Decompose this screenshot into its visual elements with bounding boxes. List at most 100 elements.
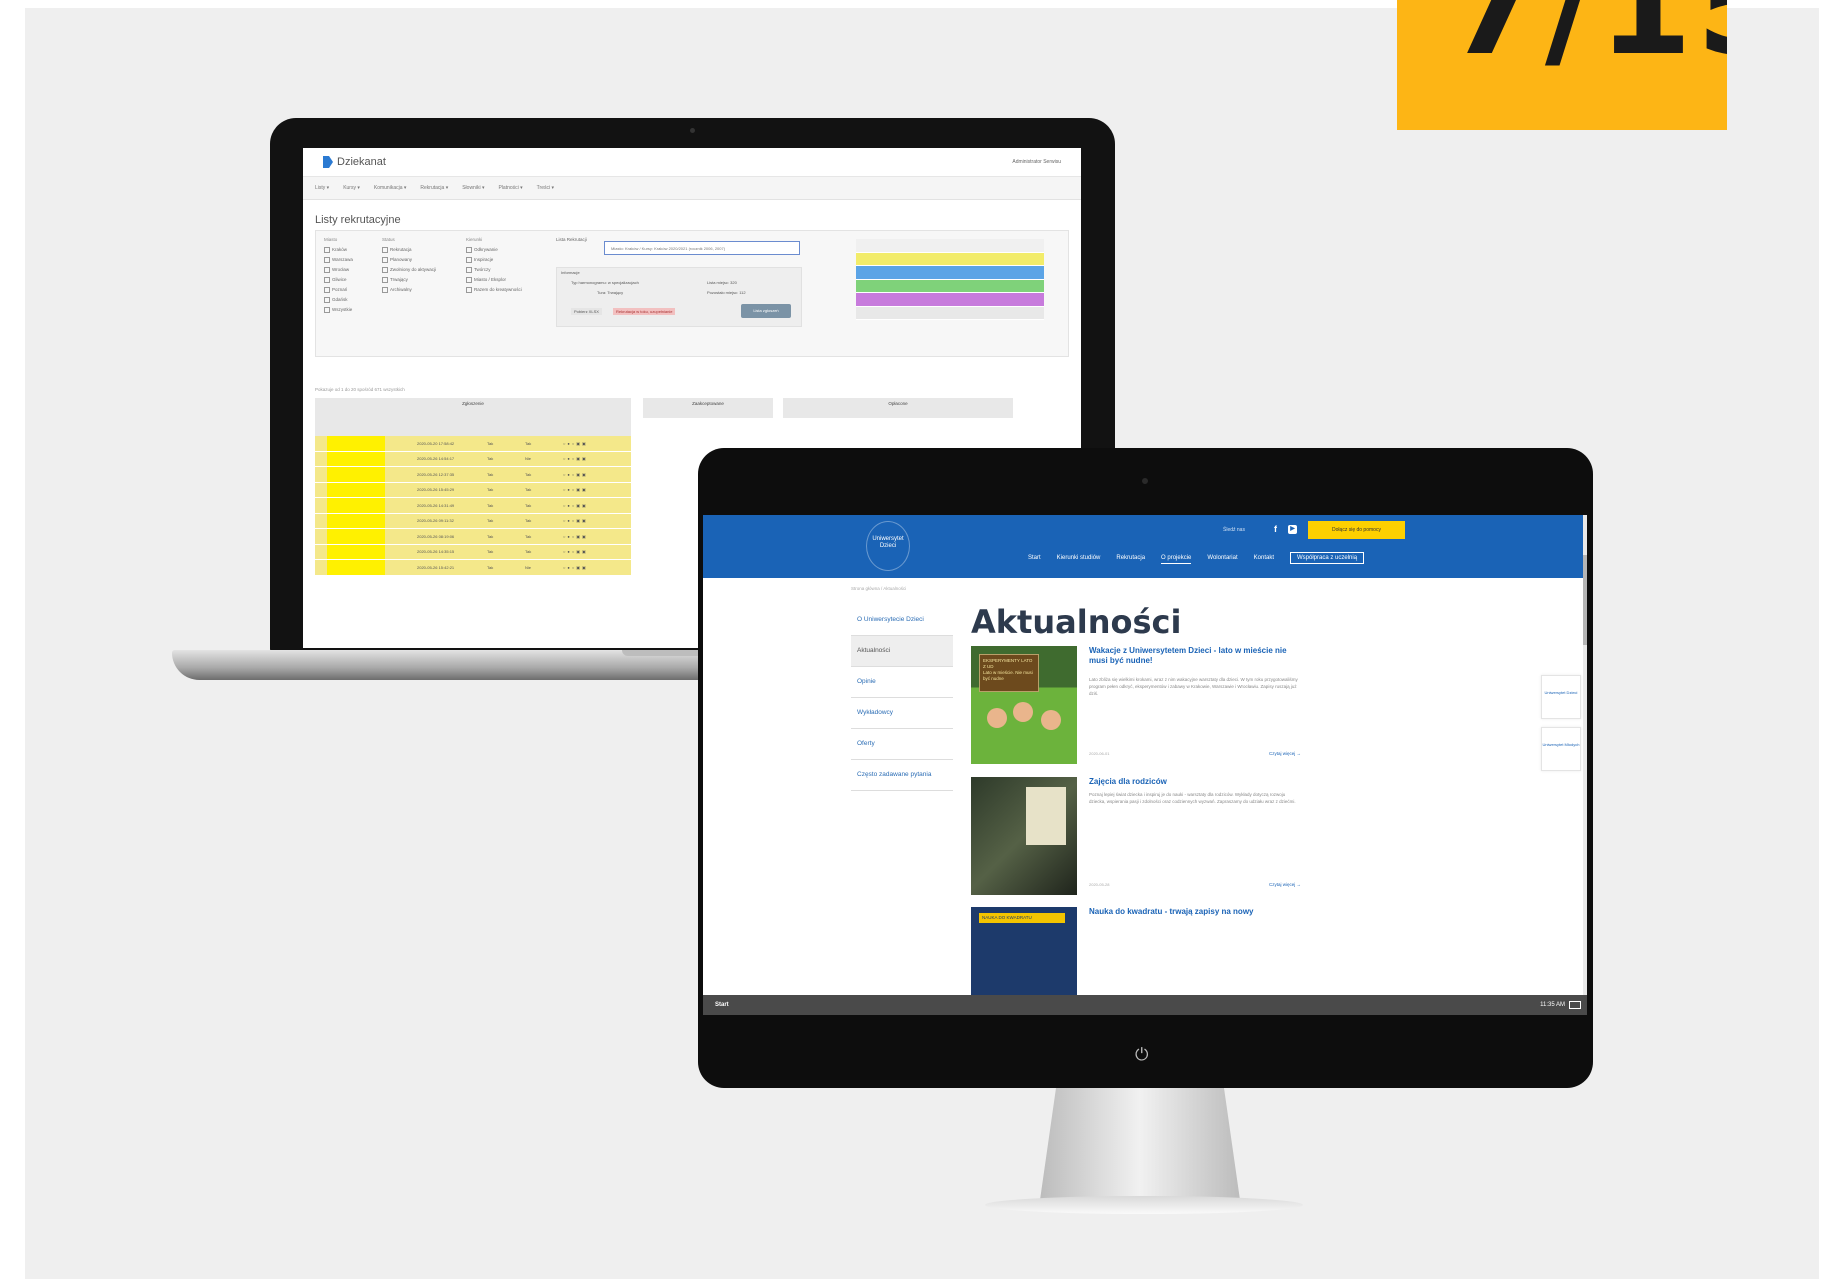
- nav-o-projekcie[interactable]: O projekcie: [1161, 555, 1192, 564]
- table-row[interactable]: 2020-05-26 08:19:06 Tak Tak ○●○▣▣: [315, 529, 631, 545]
- facebook-icon[interactable]: f: [1271, 525, 1280, 534]
- filter-status: Status Rekrutacja Planowany Zwolniony do…: [382, 235, 436, 295]
- menu-tresci[interactable]: Treści ▾: [537, 185, 554, 191]
- page-counter-badge: 7/15: [1397, 0, 1727, 130]
- checkbox-trwajacy[interactable]: Trwający: [382, 275, 436, 285]
- filter-miasto-label: Miasto: [324, 237, 338, 242]
- menu-komunikacja[interactable]: Komunikacja ▾: [374, 185, 407, 191]
- stats-table: [856, 239, 1044, 320]
- support-button[interactable]: Dołącz się do pomocy: [1308, 521, 1405, 539]
- side-item-o-uniwersytecie[interactable]: O Uniwersytecie Dzieci: [851, 605, 953, 636]
- checkbox-eksplor[interactable]: Miasto / Eksplor: [466, 275, 522, 285]
- menu-platnosci[interactable]: Platności ▾: [498, 185, 522, 191]
- menu-kursy[interactable]: Kursy ▾: [343, 185, 360, 191]
- read-more-link[interactable]: Czytaj więcej →: [1269, 751, 1301, 756]
- floating-uniwersytet-mlodych[interactable]: Uniwersytet Młodych: [1541, 727, 1581, 771]
- scrollbar-thumb[interactable]: [1583, 555, 1587, 645]
- side-item-aktualnosci[interactable]: Aktualności: [851, 636, 953, 667]
- table-row[interactable]: 2020-05-26 12:37:35 Tak Tak ○●○▣▣: [315, 467, 631, 483]
- nav-kontakt[interactable]: Kontakt: [1254, 555, 1274, 564]
- checkbox-warszawa[interactable]: Warszawa: [324, 255, 353, 265]
- youtube-icon[interactable]: ▶: [1288, 525, 1297, 534]
- filter-kierunki-label: Kierunki: [466, 237, 483, 242]
- article-image[interactable]: EKSPERYMENTY LATO Z UD Lato w mieście. Ni…: [971, 646, 1077, 764]
- app-name: Dziekanat: [337, 156, 386, 168]
- checkbox-krakow[interactable]: Kraków: [324, 245, 353, 255]
- breadcrumb[interactable]: Strona główna / Aktualności: [851, 586, 906, 591]
- table-row[interactable]: 2020-05-26 14:35:15 Tak Tak ○●○▣▣: [315, 544, 631, 560]
- row-actions-icon: ○●○▣▣: [563, 440, 588, 446]
- checkbox-planowany[interactable]: Planowany: [382, 255, 436, 265]
- article-excerpt: Poznaj lepiej świat dziecka i inspiruj j…: [1089, 792, 1296, 804]
- side-item-oferty[interactable]: Oferty: [851, 729, 953, 760]
- side-item-faq[interactable]: Często zadawane pytania: [851, 760, 953, 791]
- uniwersytet-dzieci-screen: Uniwersytet Dzieci Śledź nas f ▶ Dołącz …: [703, 515, 1587, 1015]
- nav-start[interactable]: Start: [1028, 555, 1041, 564]
- table-row[interactable]: 2020-05-26 14:54:17 Tak Nie ○●○▣▣: [315, 451, 631, 467]
- recruitment-filters: Miasto Kraków Warszawa Wrocław Gliwice P…: [315, 230, 1069, 357]
- menu-listy[interactable]: Listy ▾: [315, 185, 329, 191]
- article-image[interactable]: [971, 777, 1077, 895]
- table-row[interactable]: 2020-05-26 15:45:29 Tak Tak ○●○▣▣: [315, 482, 631, 498]
- scrollbar[interactable]: [1583, 515, 1587, 995]
- checkbox-gliwice[interactable]: Gliwice: [324, 275, 353, 285]
- lista-zgloszen-button[interactable]: Lista zgłoszeń: [741, 304, 791, 318]
- info-tura: Tura: Trwający: [597, 290, 624, 295]
- table-row[interactable]: 2020-05-20 17:58:42 Tak Tak ○●○▣▣: [315, 436, 631, 452]
- checkbox-tworczy[interactable]: Twórczy: [466, 265, 522, 275]
- side-item-opinie[interactable]: Opinie: [851, 667, 953, 698]
- stats-row: [856, 266, 1044, 280]
- side-menu: O Uniwersytecie Dzieci Aktualności Opini…: [851, 605, 953, 791]
- checkbox-wszystkie[interactable]: Wszystkie: [324, 305, 353, 315]
- table-row[interactable]: 2020-05-26 15:42:21 Tak Nie ○●○▣▣: [315, 560, 631, 576]
- checkbox-archiwalny[interactable]: Archiwalny: [382, 285, 436, 295]
- article-date: 2020-06-01: [1089, 751, 1110, 756]
- table-row[interactable]: 2020-05-26 09:11:32 Tak Tak ○●○▣▣: [315, 513, 631, 529]
- dziekanat-logo[interactable]: Dziekanat: [323, 156, 386, 168]
- read-more-link[interactable]: Czytaj więcej →: [1269, 882, 1301, 887]
- checkbox-odkrywanie[interactable]: Odkrywanie: [466, 245, 522, 255]
- row-actions-icon: ○●○▣▣: [563, 502, 588, 508]
- main-nav: Start Kierunki studiów Rekrutacja O proj…: [1028, 552, 1365, 564]
- info-lista-miejsc: Lista miejsc: 320: [707, 280, 737, 285]
- menu-slowniki[interactable]: Słowniki ▾: [462, 185, 484, 191]
- article-title[interactable]: Nauka do kwadratu - trwają zapisy na now…: [1089, 907, 1301, 917]
- checkbox-gdansk[interactable]: Gdańsk: [324, 295, 353, 305]
- power-icon[interactable]: ⏻: [1135, 1045, 1148, 1065]
- floating-uniwersytet-dzieci[interactable]: Uniwersytet Dzieci: [1541, 675, 1581, 719]
- start-button[interactable]: Start: [715, 995, 729, 1015]
- dziekanat-logo-icon: [323, 156, 333, 168]
- nav-wolontariat[interactable]: Wolontariat: [1207, 555, 1237, 564]
- article-title[interactable]: Wakacje z Uniwersytetem Dzieci - lato w …: [1089, 646, 1301, 666]
- xlsx-button[interactable]: Pobierz XLSX: [571, 308, 602, 315]
- header-zgloszenie: Zgłoszenie: [462, 401, 484, 406]
- nav-wspolpraca[interactable]: Współpraca z uczelnią: [1290, 552, 1365, 564]
- site-logo[interactable]: Uniwersytet Dzieci: [866, 521, 910, 571]
- article-title[interactable]: Zajęcia dla rodziców: [1089, 777, 1301, 787]
- user-menu[interactable]: Administrator Serwisu: [1012, 159, 1061, 165]
- checkbox-zwolniony[interactable]: Zwolniony do aktywacji: [382, 265, 436, 275]
- checkbox-poznan[interactable]: Poznań: [324, 285, 353, 295]
- row-actions-icon: ○●○▣▣: [563, 533, 588, 539]
- checkbox-inspiracje[interactable]: Inspiracje: [466, 255, 522, 265]
- nav-kierunki[interactable]: Kierunki studiów: [1057, 555, 1101, 564]
- info-label: Informacje: [561, 270, 580, 275]
- side-item-wykladowcy[interactable]: Wykładowcy: [851, 698, 953, 729]
- row-actions-icon: ○●○▣▣: [563, 456, 588, 462]
- row-actions-icon: ○●○▣▣: [563, 487, 588, 493]
- article-date: 2020-05-28: [1089, 882, 1110, 887]
- table-header: Zgłoszenie: [315, 398, 631, 436]
- header-zaakceptowane: Zaakceptowane: [643, 398, 773, 418]
- table-row[interactable]: 2020-05-26 14:31:49 Tak Tak ○●○▣▣: [315, 498, 631, 514]
- follow-label: Śledź nas: [1223, 527, 1245, 533]
- lista-rekrutacji-select[interactable]: Miasto: Kraków / Kursy: Kraków 2020/2021…: [604, 241, 800, 255]
- nav-rekrutacja[interactable]: Rekrutacja: [1116, 555, 1145, 564]
- menu-rekrutacja[interactable]: Rekrutacja ▾: [420, 185, 448, 191]
- checkbox-kreatywnosc[interactable]: Razem do kreatywności: [466, 285, 522, 295]
- monitor-stand-foot: [985, 1196, 1303, 1214]
- checkbox-wroclaw[interactable]: Wrocław: [324, 265, 353, 275]
- keyboard-icon[interactable]: [1569, 1001, 1581, 1009]
- image-sign: EKSPERYMENTY LATO Z UD Lato w mieście. Ni…: [979, 654, 1039, 692]
- checkbox-rekrutacja[interactable]: Rekrutacja: [382, 245, 436, 255]
- image-tag: NAUKA DO KWADRATU: [979, 913, 1065, 923]
